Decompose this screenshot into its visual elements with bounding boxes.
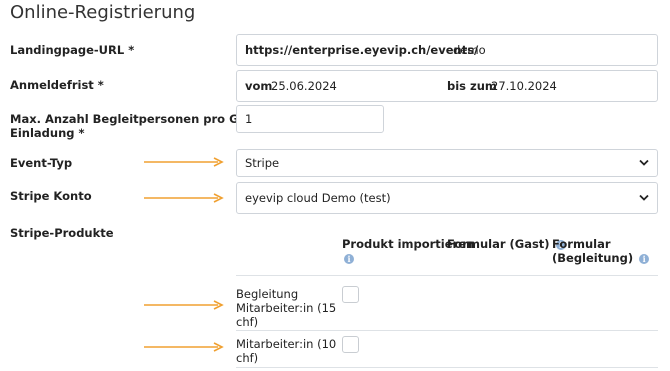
- deadline-label: Anmeldefrist *: [10, 78, 104, 92]
- deadline-to-label: bis zum: [447, 79, 497, 93]
- deadline-to-value[interactable]: 27.10.2024: [491, 79, 557, 93]
- stripe-products-label: Stripe-Produkte: [10, 226, 114, 240]
- chevron-down-icon: [639, 194, 649, 201]
- import-checkbox-2[interactable]: [342, 336, 359, 353]
- arrow-right-icon: [144, 193, 224, 203]
- table-divider: [236, 367, 658, 368]
- landingpage-url-label: Landingpage-URL *: [10, 43, 135, 57]
- arrow-right-icon: [144, 300, 224, 310]
- import-checkbox-1[interactable]: [342, 286, 359, 303]
- table-divider: [236, 275, 658, 276]
- table-row-product-2: Mitarbeiter:in (10 chf): [236, 337, 336, 365]
- header-form-companion-line1: Formular: [552, 237, 611, 251]
- arrow-right-icon: [144, 157, 224, 167]
- companions-input[interactable]: 1: [236, 105, 384, 133]
- product-1-line3: chf): [236, 315, 259, 329]
- stripe-account-label: Stripe Konto: [10, 189, 92, 203]
- header-form-guest-text: Formular (Gast): [447, 237, 550, 251]
- page-title: Online-Registrierung: [10, 2, 196, 23]
- table-divider: [236, 330, 658, 331]
- product-2-line2: chf): [236, 351, 259, 365]
- header-form-companion-line2: (Begleitung): [552, 251, 634, 265]
- deadline-from-value[interactable]: 25.06.2024: [271, 79, 337, 93]
- event-type-value: Stripe: [245, 156, 280, 170]
- event-type-select[interactable]: Stripe: [236, 149, 658, 177]
- deadline-field[interactable]: vom 25.06.2024 bis zum 27.10.2024: [236, 70, 658, 102]
- landingpage-url-value[interactable]: demo: [453, 43, 486, 57]
- stripe-account-select[interactable]: eyevip cloud Demo (test): [236, 182, 658, 214]
- header-form-companion: Formular (Begleitung) i: [552, 237, 650, 265]
- table-row-product-1: Begleitung Mitarbeiter:in (15 chf): [236, 287, 336, 329]
- landingpage-url-field[interactable]: https://enterprise.eyevip.ch/events/ dem…: [236, 34, 658, 66]
- info-icon[interactable]: i: [344, 253, 354, 264]
- product-2-line1: Mitarbeiter:in (10: [236, 337, 337, 351]
- deadline-from-label: vom: [245, 79, 273, 93]
- chevron-down-icon: [639, 159, 649, 166]
- event-type-label: Event-Typ: [10, 156, 73, 170]
- product-1-line2: Mitarbeiter:in (15: [236, 301, 337, 315]
- header-form-guest: Formular (Gast) i: [447, 237, 566, 251]
- info-icon[interactable]: i: [639, 253, 650, 264]
- arrow-right-icon: [144, 342, 224, 352]
- product-1-line1: Begleitung: [236, 287, 299, 301]
- landingpage-url-prefix: https://enterprise.eyevip.ch/events/: [245, 43, 479, 57]
- stripe-account-value: eyevip cloud Demo (test): [245, 191, 391, 205]
- companions-value: 1: [245, 112, 253, 126]
